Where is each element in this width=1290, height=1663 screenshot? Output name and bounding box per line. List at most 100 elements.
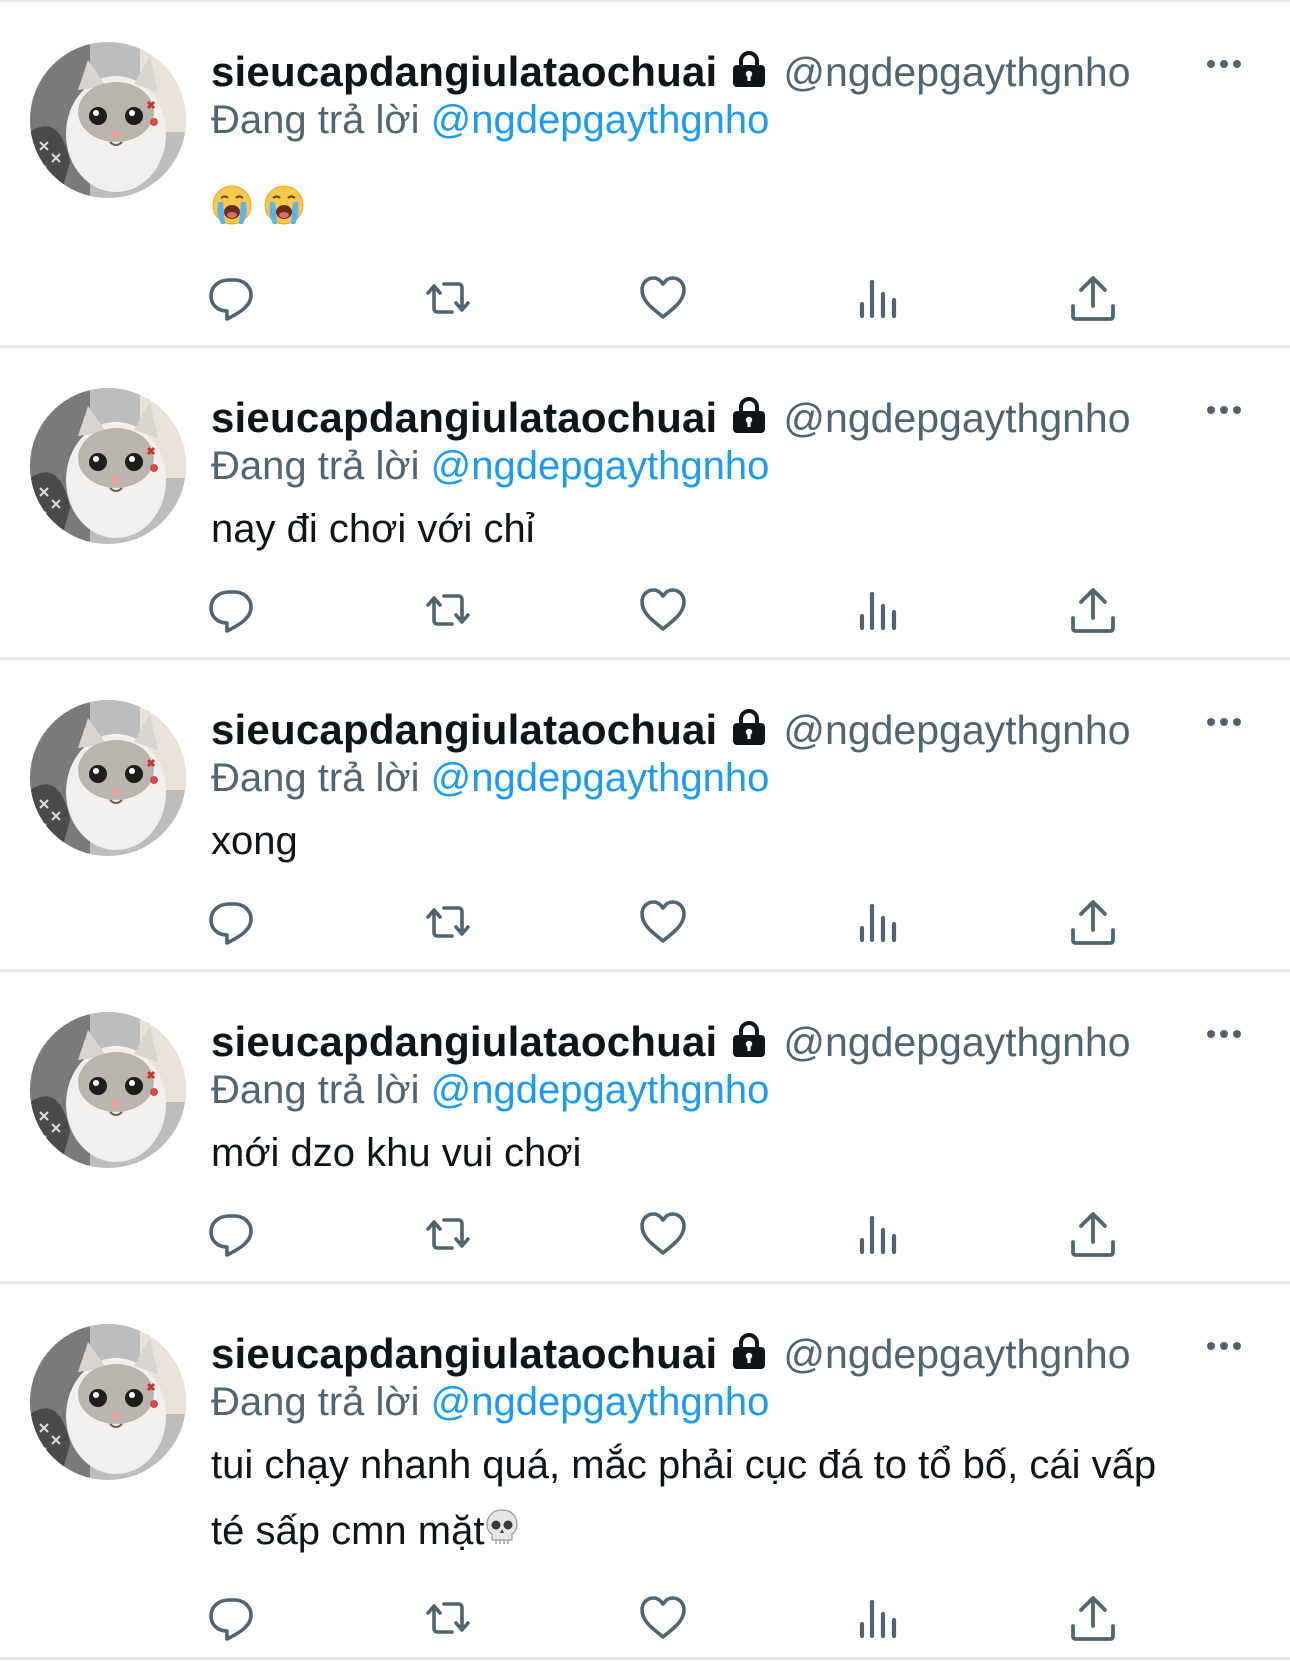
tweet-header: sieucapdangiulataochuai @ngdepgaythgnho — [211, 44, 1231, 100]
display-name[interactable]: sieucapdangiulataochuai — [211, 706, 717, 754]
tweet-actions — [209, 894, 1115, 950]
tweet-actions — [209, 1206, 1115, 1262]
user-handle[interactable]: @ngdepgaythgnho — [783, 1331, 1231, 1378]
tweet-actions — [209, 1590, 1115, 1646]
tweet-header: sieucapdangiulataochuai @ngdepgaythgnho — [211, 702, 1231, 758]
share-icon — [1065, 1206, 1121, 1262]
reply-mention-link[interactable]: @ngdepgaythgnho — [431, 756, 770, 800]
reply-button[interactable] — [205, 270, 261, 326]
share-button[interactable] — [1065, 270, 1121, 326]
like-icon — [635, 270, 691, 326]
tweet-reply[interactable]: sieucapdangiulataochuai @ngdepgaythgnho Đa… — [0, 1284, 1290, 1660]
reply-icon — [205, 894, 261, 950]
views-icon — [850, 1590, 906, 1646]
share-button[interactable] — [1065, 1590, 1121, 1646]
avatar[interactable] — [30, 1012, 186, 1168]
reply-mention-link[interactable]: @ngdepgaythgnho — [431, 1068, 770, 1112]
replying-to: Đang trả lời @ngdepgaythgnho — [211, 1068, 769, 1113]
retweet-icon — [420, 894, 476, 950]
like-button[interactable] — [635, 1590, 691, 1646]
display-name[interactable]: sieucapdangiulataochuai — [211, 1018, 717, 1066]
views-button[interactable] — [850, 582, 906, 638]
replying-to: Đang trả lời @ngdepgaythgnho — [211, 444, 769, 489]
share-button[interactable] — [1065, 582, 1121, 638]
reply-mention-link[interactable]: @ngdepgaythgnho — [431, 444, 770, 488]
tweet-reply[interactable]: sieucapdangiulataochuai @ngdepgaythgnho Đa… — [0, 348, 1290, 660]
tweet-header: sieucapdangiulataochuai @ngdepgaythgnho — [211, 390, 1231, 446]
more-options-icon[interactable] — [1204, 712, 1244, 732]
retweet-button[interactable] — [420, 582, 476, 638]
reply-icon — [205, 582, 261, 638]
lock-icon — [729, 49, 769, 89]
tweet-text: tui chạy nhanh quá, mắc phải cục đá to t… — [211, 1432, 1191, 1566]
tweet-text: xong — [211, 808, 1191, 874]
views-button[interactable] — [850, 270, 906, 326]
retweet-button[interactable] — [420, 1590, 476, 1646]
reply-timeline: sieucapdangiulataochuai @ngdepgaythgnho Đa… — [0, 2, 1290, 1660]
user-handle[interactable]: @ngdepgaythgnho — [783, 1019, 1231, 1066]
user-handle[interactable]: @ngdepgaythgnho — [783, 49, 1231, 96]
tweet-reply[interactable]: sieucapdangiulataochuai @ngdepgaythgnho Đa… — [0, 2, 1290, 348]
share-button[interactable] — [1065, 1206, 1121, 1262]
loudly-crying-face-emoji-icon — [263, 180, 305, 246]
user-handle[interactable]: @ngdepgaythgnho — [783, 395, 1231, 442]
avatar[interactable] — [30, 388, 186, 544]
avatar[interactable] — [30, 42, 186, 198]
like-button[interactable] — [635, 270, 691, 326]
reply-button[interactable] — [205, 582, 261, 638]
views-button[interactable] — [850, 1590, 906, 1646]
like-button[interactable] — [635, 1206, 691, 1262]
avatar[interactable] — [30, 1324, 186, 1480]
tweet-reply[interactable]: sieucapdangiulataochuai @ngdepgaythgnho Đa… — [0, 660, 1290, 972]
more-options-icon[interactable] — [1204, 54, 1244, 74]
avatar[interactable] — [30, 700, 186, 856]
replying-to-label: Đang trả lời — [211, 444, 420, 488]
more-options-icon[interactable] — [1204, 1024, 1244, 1044]
lock-icon — [729, 1331, 769, 1371]
user-handle[interactable]: @ngdepgaythgnho — [783, 707, 1231, 754]
display-name[interactable]: sieucapdangiulataochuai — [211, 1330, 717, 1378]
tweet-text-body: xong — [211, 819, 298, 863]
views-button[interactable] — [850, 894, 906, 950]
reply-mention-link[interactable]: @ngdepgaythgnho — [431, 1380, 770, 1424]
retweet-button[interactable] — [420, 270, 476, 326]
reply-icon — [205, 1206, 261, 1262]
lock-icon — [729, 707, 769, 747]
tweet-text: mới dzo khu vui chơi — [211, 1120, 1191, 1186]
more-options-icon[interactable] — [1204, 1336, 1244, 1356]
replying-to-label: Đang trả lời — [211, 756, 420, 800]
tweet-header: sieucapdangiulataochuai @ngdepgaythgnho — [211, 1014, 1231, 1070]
views-button[interactable] — [850, 1206, 906, 1262]
reply-button[interactable] — [205, 1590, 261, 1646]
display-name[interactable]: sieucapdangiulataochuai — [211, 394, 717, 442]
display-name[interactable]: sieucapdangiulataochuai — [211, 48, 717, 96]
replying-to-label: Đang trả lời — [211, 98, 420, 142]
retweet-button[interactable] — [420, 1206, 476, 1262]
replying-to: Đang trả lời @ngdepgaythgnho — [211, 1380, 769, 1425]
tweet-text — [211, 178, 1191, 246]
retweet-button[interactable] — [420, 894, 476, 950]
replying-to: Đang trả lời @ngdepgaythgnho — [211, 756, 769, 801]
loudly-crying-face-emoji-icon — [211, 180, 253, 246]
tweet-text-body: tui chạy nhanh quá, mắc phải cục đá to t… — [211, 1443, 1157, 1553]
like-icon — [635, 1590, 691, 1646]
reply-button[interactable] — [205, 894, 261, 950]
retweet-icon — [420, 582, 476, 638]
retweet-icon — [420, 1206, 476, 1262]
views-icon — [850, 1206, 906, 1262]
skull-emoji-icon — [484, 1500, 520, 1566]
share-button[interactable] — [1065, 894, 1121, 950]
retweet-icon — [420, 270, 476, 326]
like-button[interactable] — [635, 582, 691, 638]
share-icon — [1065, 894, 1121, 950]
lock-icon — [729, 395, 769, 435]
replying-to: Đang trả lời @ngdepgaythgnho — [211, 98, 769, 143]
tweet-reply[interactable]: sieucapdangiulataochuai @ngdepgaythgnho Đa… — [0, 972, 1290, 1284]
like-button[interactable] — [635, 894, 691, 950]
more-options-icon[interactable] — [1204, 400, 1244, 420]
share-icon — [1065, 582, 1121, 638]
reply-mention-link[interactable]: @ngdepgaythgnho — [431, 98, 770, 142]
reply-button[interactable] — [205, 1206, 261, 1262]
replying-to-label: Đang trả lời — [211, 1068, 420, 1112]
reply-icon — [205, 1590, 261, 1646]
